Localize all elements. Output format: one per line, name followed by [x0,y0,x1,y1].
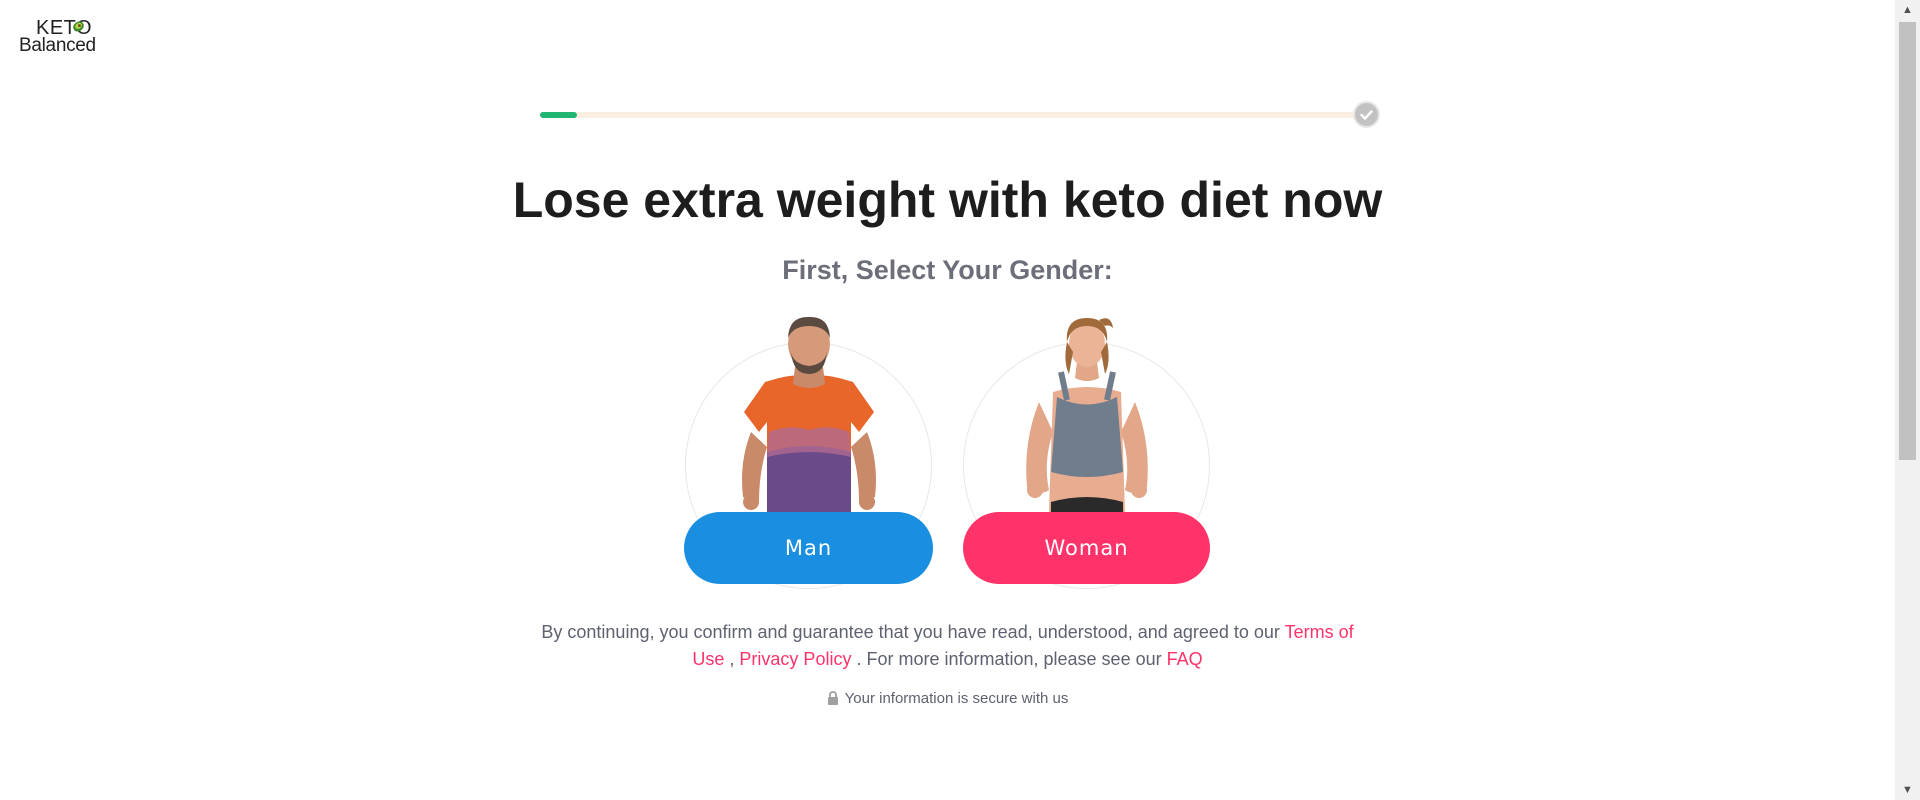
progress-check-icon [1353,101,1380,128]
check-icon [1360,109,1373,120]
page-title: Lose extra weight with keto diet now [512,172,1383,228]
logo-text-balanced: Balanced [19,35,96,56]
woman-button[interactable]: Woman [963,512,1210,584]
lock-icon [827,691,838,705]
progress-bar [540,112,1368,118]
man-button[interactable]: Man [684,512,933,584]
consent-text-after: . For more information, please see our [851,649,1167,669]
page: KETO Balanced Lose extra weight with ket… [0,0,1920,800]
logo[interactable]: KETO Balanced [19,16,101,56]
arrow-up-icon[interactable]: ▲ [1895,0,1920,20]
gender-option-man[interactable]: Man [684,312,934,589]
page-scrollbar[interactable]: ▲ ▼ [1895,0,1920,800]
avocado-icon [73,21,84,32]
woman-figure-image[interactable] [987,312,1187,512]
scrollbar-thumb[interactable] [1899,22,1916,460]
consent-text: By continuing, you confirm and guarantee… [530,619,1365,673]
progress-fill [540,112,578,118]
gender-option-woman[interactable]: Woman [962,312,1212,589]
secure-note: Your information is secure with us [0,690,1895,707]
man-figure-image[interactable] [709,312,909,512]
privacy-policy-link[interactable]: Privacy Policy [739,649,851,669]
consent-text-before: By continuing, you confirm and guarantee… [541,622,1285,642]
faq-link[interactable]: FAQ [1167,649,1203,669]
consent-separator: , [724,649,740,669]
secure-note-text: Your information is secure with us [844,690,1069,707]
arrow-down-icon[interactable]: ▼ [1895,780,1920,800]
page-subtitle: First, Select Your Gender: [782,255,1113,285]
